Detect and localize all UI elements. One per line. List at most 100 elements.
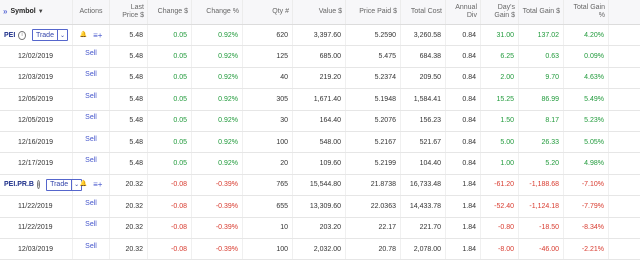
column-header-row: » Symbol ▼ Actions Last Price $ Change $ Chang… [0,0,640,25]
sell-link[interactable]: Sell [85,93,97,100]
bell-icon[interactable]: 🔔 [80,180,87,189]
cell-div: 0.84 [446,67,481,89]
header-tgain[interactable]: Total Gain $ [519,0,564,24]
cell-chg: 0.05 [148,153,192,174]
lot-row: 12/05/2019 Sell 5.48 0.05 0.92% 30 164.40 5.207… [0,110,640,132]
header-tgainpct[interactable]: Total Gain % [564,0,609,24]
add-list-icon[interactable]: ≡+ [93,31,102,40]
sell-link[interactable]: Sell [85,243,97,250]
collapse-all-icon[interactable]: » [3,8,7,16]
header-paid[interactable]: Price Paid $ [346,0,401,24]
add-list-icon[interactable]: ≡+ [93,180,102,189]
cell-qty: 655 [243,196,293,217]
sell-link[interactable]: Sell [85,114,97,121]
cell-chg: -0.08 [148,196,192,217]
sell-link[interactable]: Sell [85,200,97,207]
cell-cost: 16,733.48 [401,174,446,196]
header-actions[interactable]: Actions [73,0,110,24]
cell-qty: 20 [243,153,293,174]
cell-div: 1.84 [446,196,481,217]
header-div[interactable]: Annual Div [446,0,481,24]
info-icon[interactable]: i [18,30,26,40]
actions-cell: Sell [73,153,110,174]
cell-last: 20.32 [110,217,148,238]
cell-div: 0.84 [446,46,481,67]
symbol-link[interactable]: PEI [4,32,15,39]
cell-qty: 40 [243,67,293,89]
symbol-link[interactable]: PEI.PR.B [4,181,34,188]
cell-tgainpct: 4.98% [564,153,609,174]
header-dgain-label: Day's Gain $ [494,4,515,19]
cell-tgainpct: 4.20% [564,25,609,46]
lot-row: 12/17/2019 Sell 5.48 0.05 0.92% 20 109.60 5.219… [0,153,640,175]
header-chgpct[interactable]: Change % [192,0,243,24]
sell-link[interactable]: Sell [85,221,97,228]
cell-tgainpct: 5.49% [564,89,609,110]
cell-last: 20.32 [110,238,148,260]
cell-dgain: 1.00 [481,153,519,174]
info-icon[interactable]: i [36,180,41,190]
cell-value: 15,544.80 [293,174,346,196]
sell-link[interactable]: Sell [85,136,97,143]
cell-value: 109.60 [293,153,346,174]
trade-label: Trade [35,31,54,39]
cell-chgpct: -0.39% [192,217,243,238]
cell-tgain: 8.17 [519,110,564,131]
actions-cell: Sell [73,46,110,67]
cell-paid: 22.17 [346,217,401,238]
cell-div: 0.84 [446,153,481,174]
cell-chgpct: 0.92% [192,25,243,46]
holdings-body: PEI i Trade ⌄ 🔔 ≡+ 5.48 0.05 0.92% 620 3,397.60 5.2… [0,25,640,260]
position-row: PEI i Trade ⌄ 🔔 ≡+ 5.48 0.05 0.92% 620 3,397.60 5.2… [0,25,640,47]
cell-div: 1.84 [446,174,481,196]
cell-qty: 100 [243,131,293,153]
cell-dgain: -8.00 [481,238,519,260]
cell-qty: 125 [243,46,293,67]
cell-tgain: 86.99 [519,89,564,110]
cell-cost: 14,433.78 [401,196,446,217]
header-chg[interactable]: Change $ [148,0,192,24]
cell-paid: 5.2374 [346,67,401,89]
cell-cost: 221.70 [401,217,446,238]
lot-date: 12/03/2019 [0,238,73,260]
holdings-grid: » Symbol ▼ Actions Last Price $ Change $ Chang… [0,0,640,260]
header-symbol[interactable]: » Symbol ▼ [0,0,73,24]
header-cost[interactable]: Total Cost [401,0,446,24]
cell-cost: 1,584.41 [401,89,446,110]
header-last[interactable]: Last Price $ [110,0,148,24]
cell-dgain: 5.00 [481,131,519,153]
cell-qty: 100 [243,238,293,260]
cell-chgpct: 0.92% [192,89,243,110]
cell-paid: 5.1948 [346,89,401,110]
cell-chg: 0.05 [148,110,192,131]
cell-tgainpct: -7.79% [564,196,609,217]
sell-link[interactable]: Sell [85,157,97,164]
cell-last: 20.32 [110,174,148,196]
actions-cell: Sell [73,238,110,260]
cell-paid: 20.78 [346,238,401,260]
header-last-label: Last Price $ [122,4,144,19]
header-chg-label: Change $ [157,8,188,15]
header-dgain[interactable]: Day's Gain $ [481,0,519,24]
chevron-down-icon[interactable]: ⌄ [56,30,67,41]
cell-last: 5.48 [110,131,148,153]
cell-tgain: 137.02 [519,25,564,46]
cell-tgain: 9.70 [519,67,564,89]
sell-link[interactable]: Sell [85,71,97,78]
cell-div: 1.84 [446,217,481,238]
lot-date: 12/05/2019 [0,89,73,110]
trade-button[interactable]: Trade ⌄ [31,29,68,42]
cell-paid: 5.2590 [346,25,401,46]
cell-chg: -0.08 [148,238,192,260]
header-qty[interactable]: Qty # [243,0,293,24]
cell-tgain: 26.33 [519,131,564,153]
cell-tgainpct: -8.34% [564,217,609,238]
action-icons: 🔔 ≡+ [77,180,105,189]
cell-cost: 2,078.00 [401,238,446,260]
cell-value: 164.40 [293,110,346,131]
cell-div: 0.84 [446,89,481,110]
sort-down-icon[interactable]: ▼ [38,8,44,16]
sell-link[interactable]: Sell [85,50,97,57]
header-value[interactable]: Value $ [293,0,346,24]
bell-icon[interactable]: 🔔 [80,31,87,40]
